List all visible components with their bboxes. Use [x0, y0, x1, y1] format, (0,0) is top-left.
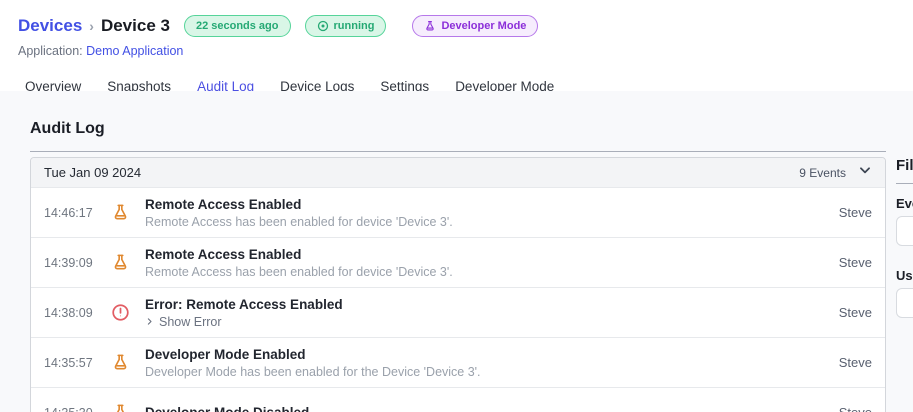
chevron-right-icon — [145, 315, 154, 329]
show-error-link[interactable]: Show Error — [145, 315, 343, 329]
events-count: 9 Events — [799, 165, 846, 180]
breadcrumb: Devices › Device 3 22 seconds ago runnin… — [18, 13, 913, 39]
developer-mode-label: Developer Mode — [441, 20, 527, 32]
filter-divider — [896, 183, 913, 184]
status-ring-icon — [317, 20, 329, 32]
event-time: 14:35:57 — [44, 355, 93, 370]
event-description: Remote Access has been enabled for devic… — [145, 264, 453, 279]
event-title: Remote Access Enabled — [145, 246, 302, 262]
show-error-label: Show Error — [159, 314, 222, 329]
filter-user-label: User — [896, 268, 913, 283]
application-label: Application: — [18, 44, 83, 58]
section-divider — [30, 151, 886, 152]
event-main: Remote Access Enabled Remote Access has … — [145, 247, 453, 279]
audit-row: 14:35:57 Developer Mode Enabled Develope… — [31, 337, 885, 387]
event-time: 14:38:09 — [44, 305, 93, 320]
last-seen-label: 22 seconds ago — [195, 20, 279, 32]
breadcrumb-current-device: Device 3 — [100, 16, 170, 35]
event-main: Developer Mode Disabled — [145, 405, 309, 412]
flask-icon — [110, 253, 130, 272]
flask-icon — [110, 403, 130, 412]
event-title: Error: Remote Access Enabled — [145, 296, 343, 312]
filter-panel: Filter Event User — [896, 157, 913, 318]
device-detail-page: Devices › Device 3 22 seconds ago runnin… — [0, 0, 913, 412]
developer-mode-badge: Developer Mode — [412, 15, 539, 37]
error-icon — [110, 303, 130, 322]
application-link[interactable]: Demo Application — [86, 44, 183, 58]
event-title: Developer Mode Disabled — [145, 405, 309, 412]
event-time: 14:46:17 — [44, 205, 93, 220]
last-seen-badge: 22 seconds ago — [183, 15, 291, 37]
filter-event-input[interactable] — [896, 216, 913, 246]
breadcrumb-separator: › — [89, 18, 94, 34]
audit-log-table: Tue Jan 09 2024 9 Events 14:46:17 Remote… — [30, 157, 886, 412]
event-main: Remote Access Enabled Remote Access has … — [145, 197, 453, 229]
page-header: Devices › Device 3 22 seconds ago runnin… — [0, 0, 913, 60]
event-user: Steve — [838, 255, 872, 270]
audit-row: 14:35:30 Developer Mode Disabled Steve — [31, 387, 885, 412]
event-title: Developer Mode Enabled — [145, 346, 306, 362]
chevron-down-icon[interactable] — [858, 163, 872, 182]
event-user: Steve — [839, 405, 872, 412]
breadcrumb-devices-link[interactable]: Devices — [18, 16, 82, 36]
filter-title: Filter — [896, 157, 913, 174]
main-content: Audit Log Tue Jan 09 2024 9 Events 14:46… — [0, 91, 913, 412]
audit-row: 14:39:09 Remote Access Enabled Remote Ac… — [31, 237, 885, 287]
date-label: Tue Jan 09 2024 — [44, 165, 142, 180]
audit-row: 14:38:09 Error: Remote Access Enabled Sh… — [31, 287, 885, 337]
page-title: Audit Log — [30, 120, 105, 137]
event-description: Remote Access has been enabled for devic… — [145, 214, 453, 229]
flask-icon — [110, 353, 130, 372]
event-description: Developer Mode has been enabled for the … — [145, 364, 481, 379]
event-main: Developer Mode Enabled Developer Mode ha… — [145, 347, 481, 379]
event-user: Steve — [838, 305, 872, 320]
event-title: Remote Access Enabled — [145, 196, 302, 212]
event-time: 14:35:30 — [44, 406, 98, 412]
application-row: Application: Demo Application — [18, 44, 913, 60]
event-user: Steve — [838, 355, 872, 370]
event-time: 14:39:09 — [44, 255, 93, 270]
status-label: running — [333, 20, 375, 32]
audit-row: 14:46:17 Remote Access Enabled Remote Ac… — [31, 187, 885, 237]
event-main: Error: Remote Access Enabled Show Error — [145, 297, 343, 329]
events-group: 9 Events — [799, 163, 872, 182]
filter-user-input[interactable] — [896, 288, 913, 318]
flask-icon — [424, 20, 436, 32]
filter-event-label: Event — [896, 196, 913, 211]
flask-icon — [110, 203, 130, 222]
date-group-header[interactable]: Tue Jan 09 2024 9 Events — [31, 158, 885, 187]
event-user: Steve — [838, 205, 872, 220]
status-badge: running — [304, 15, 387, 37]
